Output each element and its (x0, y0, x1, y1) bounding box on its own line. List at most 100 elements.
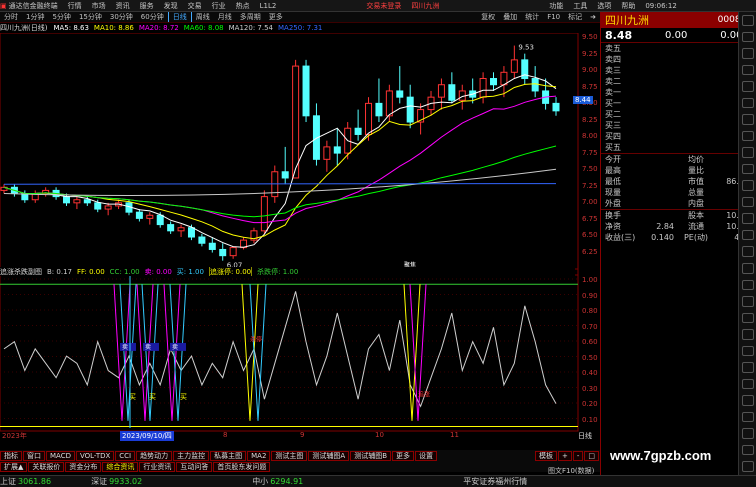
side-tool-icon[interactable] (741, 428, 754, 439)
menu-news[interactable]: 资讯 (116, 1, 130, 11)
side-tool-icon[interactable] (741, 444, 754, 456)
side-tool-icon[interactable] (741, 81, 754, 92)
menu-market[interactable]: 行情 (68, 1, 82, 11)
period-weekly[interactable]: 周线 (192, 12, 214, 22)
order-book-row[interactable]: 买一 (601, 98, 756, 109)
tool-fuquan[interactable]: 复权 (477, 12, 499, 22)
tab-fund-dist[interactable]: 资金分布 (65, 461, 102, 472)
tab-main-monitor[interactable]: 主力监控 (173, 450, 210, 461)
period-more[interactable]: 更多 (265, 12, 287, 22)
side-tool-icon[interactable] (741, 312, 754, 324)
side-tool-icon[interactable] (741, 147, 754, 158)
side-tool-icon[interactable] (741, 130, 754, 142)
order-book-row[interactable]: 卖三 (601, 65, 756, 76)
side-tool-icon[interactable] (741, 461, 754, 472)
tab-private[interactable]: 私募主图 (210, 450, 247, 461)
period-60min[interactable]: 60分钟 (137, 12, 168, 22)
menu-tools[interactable]: 工具 (573, 1, 587, 11)
period-1min[interactable]: 1分钟 (22, 12, 48, 22)
tool-f10[interactable]: F10 (543, 13, 564, 21)
side-tool-icon[interactable] (741, 246, 754, 257)
period-fenshi[interactable]: 分时 (0, 12, 22, 22)
side-tool-icon[interactable] (741, 15, 754, 26)
watermark: www.7gpzb.com (610, 448, 712, 463)
tab-macd[interactable]: MACD (46, 450, 75, 461)
menu-service[interactable]: 服务 (140, 1, 154, 11)
side-tool-icon[interactable] (741, 31, 754, 43)
order-book-row[interactable]: 买三 (601, 120, 756, 131)
arrow-right-icon[interactable]: ➜ (586, 13, 600, 21)
side-tool-icon[interactable] (741, 48, 754, 59)
order-book-row[interactable]: 买二 (601, 109, 756, 120)
tab-qa[interactable]: 互动问答 (176, 461, 213, 472)
side-tool-icon[interactable] (741, 411, 754, 423)
menu-industry[interactable]: 行业 (212, 1, 226, 11)
trade-login-alert[interactable]: 交易未登录 (366, 1, 401, 11)
tab-info[interactable]: 综合资讯 (102, 461, 139, 472)
tab-related-quote[interactable]: 关联报价 (28, 461, 65, 472)
tab-settings[interactable]: 设置 (415, 450, 438, 461)
menu-help[interactable]: 帮助 (621, 1, 635, 11)
side-tool-icon[interactable] (741, 163, 754, 175)
tool-stats[interactable]: 统计 (521, 12, 543, 22)
menu-trade[interactable]: 交易 (188, 1, 202, 11)
order-book-row[interactable]: 卖一 (601, 87, 756, 98)
side-tool-icon[interactable] (741, 97, 754, 109)
order-book-row[interactable]: 买四 (601, 131, 756, 142)
template-button[interactable]: 模板 (534, 450, 557, 461)
tab-trend[interactable]: 趋势动力 (136, 450, 173, 461)
side-tool-icon[interactable] (741, 345, 754, 357)
title-bar: ▣ 通达信金融终端 行情 市场 资讯 服务 发现 交易 行业 热点 L1L2 交… (0, 0, 756, 12)
tab-more[interactable]: 更多 (392, 450, 415, 461)
candle-body (510, 59, 518, 73)
tab-expand[interactable]: 扩展▲ (0, 461, 28, 472)
side-tool-icon[interactable] (741, 395, 754, 406)
order-book-row[interactable]: 卖二 (601, 76, 756, 87)
side-tool-icon[interactable] (741, 262, 754, 274)
tab-industry-info[interactable]: 行业资讯 (139, 461, 176, 472)
side-tool-icon[interactable] (741, 229, 754, 241)
zoom-in-icon[interactable]: + (557, 450, 572, 461)
menu-hot[interactable]: 热点 (236, 1, 250, 11)
window-icon[interactable]: □ (584, 450, 599, 461)
quote-price-row: 8.48 0.00 0.00% (601, 28, 756, 42)
menu-discover[interactable]: 发现 (164, 1, 178, 11)
chart-area[interactable]: 9.536.07 聚焦 卖卖卖买买买杀停追涨 (0, 33, 600, 440)
menu-function[interactable]: 功能 (549, 1, 563, 11)
period-daily[interactable]: 日线 (167, 12, 192, 22)
menu-options[interactable]: 选项 (597, 1, 611, 11)
tab-cci[interactable]: CCI (115, 450, 136, 461)
period-monthly[interactable]: 月线 (214, 12, 236, 22)
tab-test-b[interactable]: 测试辅图B (350, 450, 392, 461)
side-tool-icon[interactable] (741, 362, 754, 373)
tab-test-main[interactable]: 测试主图 (271, 450, 308, 461)
side-tool-icon[interactable] (741, 213, 754, 224)
order-book-row[interactable]: 卖四 (601, 54, 756, 65)
order-book-row[interactable]: 卖五 (601, 43, 756, 54)
tool-overlay[interactable]: 叠加 (499, 12, 521, 22)
status-bar: 上证 3061.86 深证 9933.02 中小 6294.91 平安证券福州行… (0, 475, 756, 487)
tab-test-a[interactable]: 测试辅图A (308, 450, 350, 461)
tab-vol[interactable]: VOL-TDX (75, 450, 115, 461)
side-tool-icon[interactable] (741, 180, 754, 191)
period-30min[interactable]: 30分钟 (106, 12, 137, 22)
period-5min[interactable]: 5分钟 (48, 12, 74, 22)
menu-shichang[interactable]: 市场 (92, 1, 106, 11)
zoom-out-icon[interactable]: - (572, 450, 584, 461)
side-tool-icon[interactable] (741, 378, 754, 390)
tool-mark[interactable]: 标记 (564, 12, 586, 22)
side-tool-icon[interactable] (741, 279, 754, 291)
side-tool-icon[interactable] (741, 114, 754, 125)
period-15min[interactable]: 15分钟 (75, 12, 106, 22)
side-tool-icon[interactable] (741, 196, 754, 208)
side-tool-icon[interactable] (741, 329, 754, 340)
tab-shareholder[interactable]: 首页股东发问题 (213, 461, 271, 472)
menu-l1l2[interactable]: L1L2 (260, 2, 277, 10)
side-tool-icon[interactable] (741, 64, 754, 76)
order-book-row[interactable]: 买五 (601, 142, 756, 153)
tab-zhibiao[interactable]: 指标 (0, 450, 22, 461)
tab-window[interactable]: 窗口 (23, 450, 45, 461)
side-tool-icon[interactable] (741, 296, 754, 307)
tab-ma2[interactable]: MA2 (247, 450, 271, 461)
period-multi[interactable]: 多周期 (236, 12, 265, 22)
